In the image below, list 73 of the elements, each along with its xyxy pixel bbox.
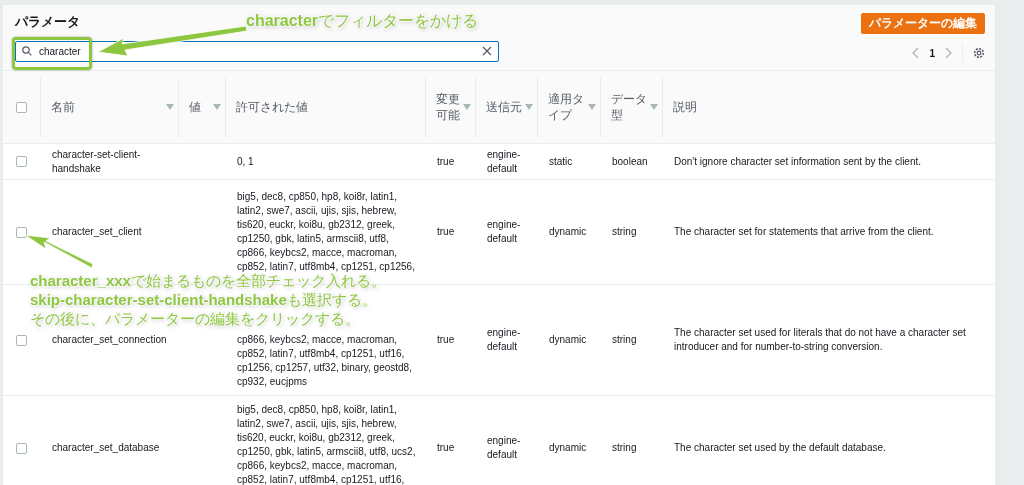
table-cell-text: cp866, keybcs2, macce, macroman, <box>237 246 399 260</box>
table-cell-text: cp852, latin7, utf8mb4, cp1251, utf16, <box>237 473 406 485</box>
table-cell-text: true <box>437 154 456 169</box>
table-cell-text: boolean <box>612 154 649 169</box>
sort-icon[interactable] <box>650 104 658 110</box>
column-header[interactable]: 許可された値 <box>236 98 308 116</box>
page-title: パラメータ <box>15 13 80 31</box>
column-header[interactable]: 変更可能 <box>436 90 463 124</box>
sort-icon[interactable] <box>213 104 221 110</box>
table-cell-text: latin2, swe7, ascii, ujis, sjis, hebrew, <box>237 417 398 431</box>
clear-icon[interactable] <box>482 46 492 56</box>
table-cell-text: dynamic <box>549 333 588 347</box>
sort-icon[interactable] <box>463 104 471 110</box>
table-cell-text: engine-default <box>487 434 522 462</box>
column-header[interactable]: 送信元 <box>486 98 522 116</box>
table-cell-text: true <box>437 225 456 239</box>
table-cell-text: string <box>612 441 638 455</box>
table-cell-text: The character set used for literals that do not have a character set introducer and for number-to-string conversion. <box>674 326 967 354</box>
select-all-checkbox[interactable] <box>16 101 27 113</box>
table-cell-text: engine-default <box>487 218 522 246</box>
column-header[interactable]: 名前 <box>51 98 75 116</box>
annotation-line: skip-character-set-client-handshakeも選択する。 <box>30 290 378 310</box>
row-checkbox[interactable] <box>16 442 27 454</box>
table-cell-text: cp866, keybcs2, macce, macroman, <box>237 459 399 473</box>
table-cell-text: 0, 1 <box>237 154 255 169</box>
annotation-line: characterでフィルターをかける <box>246 11 479 31</box>
table-cell-text: cp932, eucjpms <box>237 375 309 389</box>
table-cell-text: big5, dec8, cp850, hp8, koi8r, latin1, <box>237 190 399 204</box>
table-cell-text: string <box>612 225 638 239</box>
table-cell-text: cp1256, cp1257, utf32, binary, geostd8, <box>237 361 413 375</box>
table-cell-text: character-set-client-handshake <box>52 147 142 176</box>
page-number[interactable]: 1 <box>929 47 935 59</box>
table-cell-text: true <box>437 333 456 347</box>
sort-icon[interactable] <box>525 104 533 110</box>
next-page-icon[interactable] <box>945 47 952 59</box>
sort-icon[interactable] <box>166 104 174 110</box>
table-cell-text: engine-default <box>487 326 522 354</box>
table-cell-text: string <box>612 333 638 347</box>
column-header[interactable]: 値 <box>189 98 201 116</box>
row-checkbox[interactable] <box>16 334 27 346</box>
table-cell-text: tis620, euckr, koi8u, gb2312, greek, <box>237 218 396 232</box>
table-cell-text: true <box>437 441 456 455</box>
table-cell-text: character_set_connection <box>52 333 168 347</box>
table-cell-text: character_set_client <box>52 225 143 239</box>
table-cell-text: engine-default <box>487 147 522 176</box>
table-cell-text: The character set for statements that arrive from the client. <box>674 225 935 239</box>
row-checkbox[interactable] <box>16 226 27 238</box>
table-cell-text: Don't ignore character set information sent by the client. <box>674 154 923 169</box>
table-cell-text: cp1250, gbk, latin5, armscii8, utf8, ucs2, <box>237 445 417 459</box>
table-cell-text: dynamic <box>549 441 588 455</box>
annotation-line: character_xxxで始まるものを全部チェック入れる。 <box>30 272 386 291</box>
table-cell-text: cp852, latin7, utf8mb4, cp1251, utf16, <box>237 347 406 361</box>
table-cell-text: latin2, swe7, ascii, ujis, sjis, hebrew, <box>237 204 398 218</box>
arrow-icon <box>98 24 248 56</box>
table-cell-text: cp866, keybcs2, macce, macroman, <box>237 333 399 347</box>
search-icon <box>22 46 32 56</box>
column-header[interactable]: データ型 <box>611 90 650 124</box>
search-field[interactable]: character <box>15 41 499 62</box>
table-cell-text: cp852, latin7, utf8mb4, cp1251, cp1256, <box>237 260 416 274</box>
table-cell-text: big5, dec8, cp850, hp8, koi8r, latin1, <box>237 403 399 417</box>
table-cell-text: The character set used by the default database. <box>674 441 887 455</box>
column-header[interactable]: 説明 <box>673 98 697 116</box>
table-cell-text: cp1250, gbk, latin5, armscii8, utf8, <box>237 232 390 246</box>
table-cell-text: static <box>549 154 574 169</box>
column-header[interactable]: 適用タイプ <box>548 90 588 124</box>
table-cell-text: dynamic <box>549 225 588 239</box>
table-cell-text: tis620, euckr, koi8u, gb2312, greek, <box>237 431 396 445</box>
table-cell-text: character_set_database <box>52 441 161 455</box>
sort-icon[interactable] <box>588 104 596 110</box>
annotation-line: その後に、パラメーターの編集をクリックする。 <box>30 309 361 329</box>
settings-icon[interactable] <box>973 47 985 59</box>
row-checkbox[interactable] <box>16 156 27 167</box>
previous-page-icon[interactable] <box>912 47 920 59</box>
